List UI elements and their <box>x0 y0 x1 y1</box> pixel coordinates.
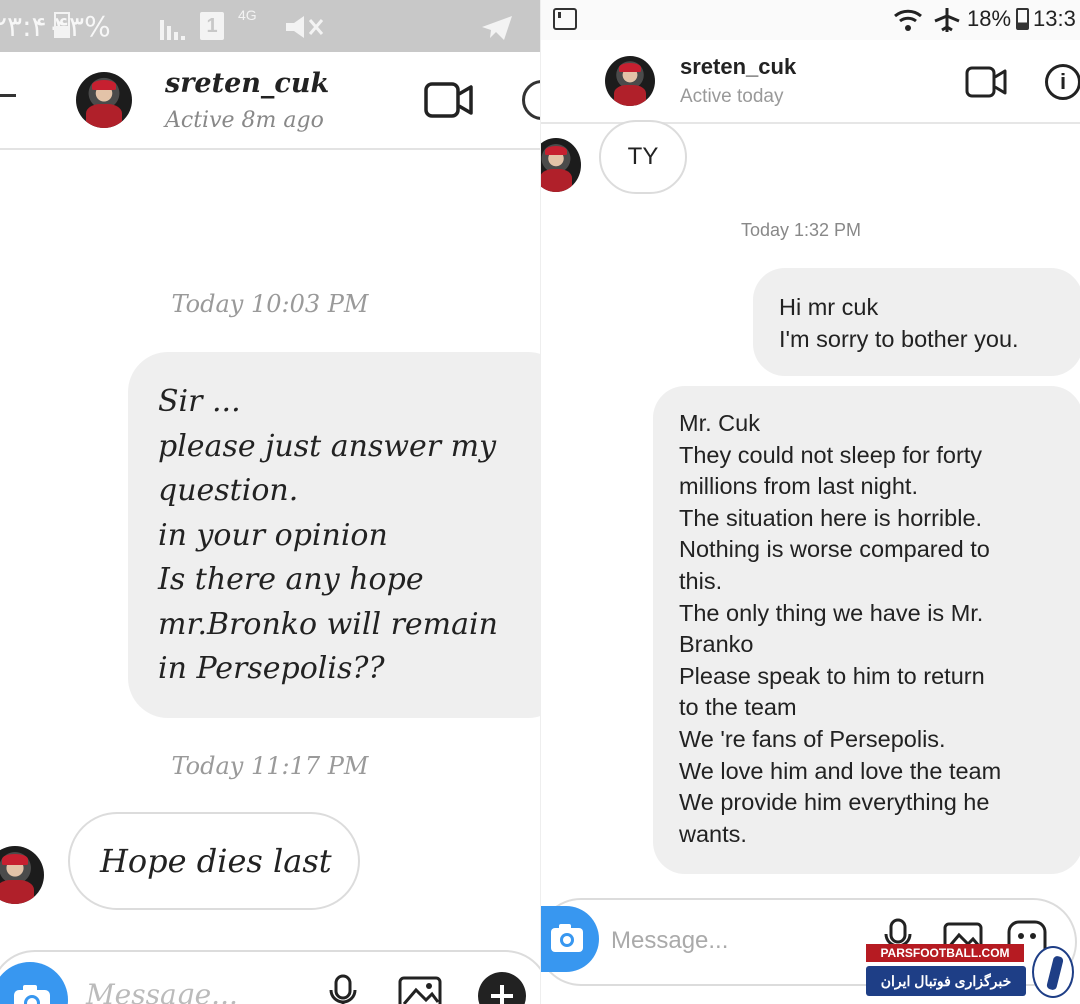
status-bar: ۲۳:۴۰ ۴۳% 1 4G <box>0 0 540 52</box>
info-icon[interactable] <box>522 80 540 120</box>
airplane-icon <box>933 6 961 39</box>
message-line: wants. <box>679 820 747 847</box>
right-screenshot: 18% 13:3 sreten_cuk Active today i TY To… <box>540 0 1080 1004</box>
message-timestamp: Today 10:03 PM <box>171 290 369 318</box>
camera-icon <box>551 924 583 952</box>
message-input[interactable]: Message... <box>86 978 238 1004</box>
message-input[interactable]: Message... <box>611 927 728 955</box>
network-type: 4G <box>238 7 257 23</box>
message-line: We 're fans of Persepolis. <box>679 725 946 752</box>
microphone-icon[interactable] <box>326 974 360 1004</box>
battery-icon <box>1016 8 1029 30</box>
message-line: to the team <box>679 694 797 721</box>
wifi-icon <box>893 8 923 37</box>
status-time: 13:3 <box>1033 6 1076 31</box>
video-call-icon[interactable] <box>965 66 1007 103</box>
info-icon[interactable]: i <box>1045 64 1080 100</box>
watermark-site: PARSFOOTBALL.COM <box>866 944 1024 962</box>
chat-header: sreten_cuk Active 8m ago <box>0 52 540 150</box>
activity-status: Active 8m ago <box>165 108 324 133</box>
avatar[interactable] <box>605 56 655 106</box>
message-line: We love him and love the team <box>679 757 1002 784</box>
message-line: millions from last night. <box>679 473 918 500</box>
message-line: The situation here is horrible. <box>679 504 983 531</box>
message-line: question. <box>158 473 299 508</box>
telegram-icon <box>480 14 514 47</box>
message-line: please just answer my <box>158 428 497 464</box>
incoming-message: Hope dies last <box>68 812 360 910</box>
status-bar: 18% 13:3 <box>541 0 1080 40</box>
mute-icon <box>284 14 324 45</box>
message-composer[interactable] <box>0 950 540 1004</box>
outgoing-message: Hi mr cuk I'm sorry to bother you. <box>753 268 1080 376</box>
camera-button[interactable] <box>541 906 599 972</box>
status-time: ۲۳:۴۰ <box>0 10 62 43</box>
avatar[interactable] <box>76 72 132 128</box>
camera-icon <box>14 985 50 1004</box>
incoming-message: TY <box>599 120 687 194</box>
message-line: mr.Bronko will remain <box>158 606 498 642</box>
left-screenshot: ۲۳:۴۰ ۴۳% 1 4G sreten_cuk Active 8m ago … <box>0 0 540 1004</box>
sender-avatar[interactable] <box>541 138 581 192</box>
outgoing-message: Mr. Cuk They could not sleep for forty m… <box>653 386 1080 874</box>
message-line: Sir ... <box>158 384 241 419</box>
message-line: I'm sorry to bother you. <box>779 325 1019 352</box>
username[interactable]: sreten_cuk <box>165 68 329 99</box>
message-line: in your opinion <box>158 517 388 553</box>
gallery-icon[interactable] <box>398 976 442 1004</box>
add-icon[interactable] <box>478 972 526 1004</box>
message-line: Branko <box>679 631 754 658</box>
sim-badge: 1 <box>200 12 224 40</box>
message-line: Hi mr cuk <box>779 294 879 320</box>
outgoing-message: Sir ... please just answer my question. … <box>128 352 540 718</box>
battery-icon <box>54 12 70 38</box>
message-timestamp: Today 1:32 PM <box>740 220 862 240</box>
message-timestamp: Today 11:17 PM <box>171 752 369 780</box>
message-line: They could not sleep for forty <box>679 441 983 468</box>
camera-button[interactable] <box>0 962 68 1004</box>
message-line: this. <box>679 567 723 594</box>
message-line: Is there any hope <box>158 562 424 597</box>
football-player-icon <box>1032 946 1074 998</box>
message-line: Please speak to him to return <box>679 662 985 689</box>
notification-icon <box>553 8 577 30</box>
activity-status: Active today <box>680 86 784 107</box>
video-call-icon[interactable] <box>424 82 474 123</box>
battery-percent: 18% <box>967 6 1012 31</box>
back-icon[interactable] <box>0 94 16 97</box>
sender-avatar[interactable] <box>0 846 44 904</box>
message-line: Nothing is worse compared to <box>679 536 990 563</box>
parsfootball-logo: PARSFOOTBALL.COM خبرگزاری فوتبال ایران <box>866 944 1076 1000</box>
watermark-tagline: خبرگزاری فوتبال ایران <box>866 966 1026 996</box>
message-line: Mr. Cuk <box>679 410 760 436</box>
signal-icon <box>160 14 190 40</box>
message-line: The only thing we have is Mr. <box>679 599 984 626</box>
chat-header: sreten_cuk Active today i <box>541 40 1080 124</box>
message-line: in Persepolis?? <box>158 651 385 686</box>
username[interactable]: sreten_cuk <box>680 54 796 80</box>
message-text: Hope dies last <box>100 842 332 880</box>
message-line: We provide him everything he <box>679 789 990 816</box>
